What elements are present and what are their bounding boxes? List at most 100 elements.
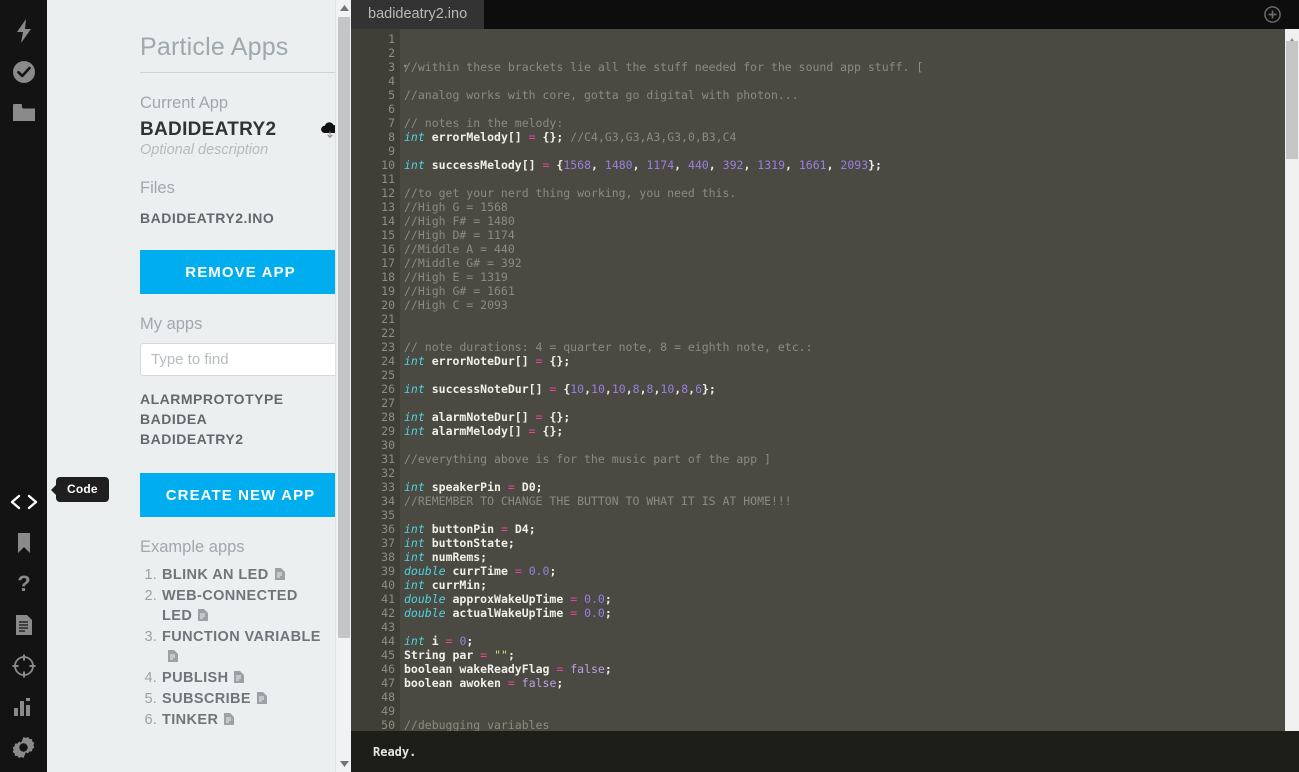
code-line: //REMEMBER TO CHANGE THE BUTTON TO WHAT … — [404, 494, 1299, 508]
document-icon[interactable] — [257, 690, 267, 710]
list-item[interactable]: 6. TINKER — [142, 710, 326, 731]
code-token: //everything above is for the music part… — [404, 452, 771, 466]
document-icon[interactable] — [0, 604, 47, 645]
scrollbar-thumb[interactable] — [1286, 41, 1298, 159]
scrollbar-thumb[interactable] — [338, 17, 350, 638]
list-item[interactable]: 5. SUBSCRIBE — [142, 689, 326, 710]
code-token: currTime — [452, 564, 508, 578]
scroll-up-arrow[interactable] — [336, 0, 351, 16]
code-area[interactable]: 1 2 3 ▾ 4 5 6 7 8 9 10 11 12 13 14 15 16 17 18 19 20 21 22 23 24… — [351, 29, 1299, 731]
code-token: //C4,G3,G3,A3,G3,0,B3,C4 — [570, 130, 737, 144]
status-bar: Ready. — [351, 731, 1299, 772]
code-line: String par = ""; — [404, 648, 1299, 662]
list-item[interactable]: 1. BLINK AN LED — [142, 565, 326, 586]
create-new-app-button[interactable]: CREATE NEW APP — [140, 473, 341, 517]
document-icon[interactable] — [198, 607, 209, 627]
code-token: 10 — [591, 382, 605, 396]
code-token: }; — [868, 158, 882, 172]
line-number: 6 — [388, 102, 395, 116]
gear-icon[interactable] — [0, 727, 47, 768]
document-icon[interactable] — [224, 711, 235, 731]
scroll-down-arrow[interactable] — [336, 756, 351, 772]
line-number: 15 — [381, 228, 395, 242]
line-number: 29 — [381, 424, 395, 438]
code-token: }; — [702, 382, 716, 396]
code-token: par — [452, 648, 474, 662]
code-line: //High G# = 1661 — [404, 284, 1299, 298]
code-token: alarmNoteDur[] — [431, 410, 529, 424]
bolt-icon[interactable] — [0, 10, 47, 51]
code-token: {}; — [542, 424, 564, 438]
list-item-label: FUNCTION VARIABLE — [162, 629, 321, 645]
folder-icon[interactable] — [0, 92, 47, 133]
fold-arrow-icon[interactable]: ▾ — [403, 60, 408, 74]
code-token: 10 — [611, 382, 626, 396]
bookmark-icon[interactable] — [0, 522, 47, 563]
my-apps-heading: My apps — [140, 315, 203, 333]
code-line: int successMelody[] = {1568, 1480, 1174,… — [404, 158, 1299, 172]
list-index: 6. — [144, 712, 157, 728]
page-title: Particle Apps — [140, 0, 341, 73]
editor-scrollbar[interactable] — [1285, 29, 1299, 731]
remove-app-button[interactable]: REMOVE APP — [140, 250, 341, 294]
apps-sidebar: Particle Apps Current App BADIDEATRY2 Op… — [47, 0, 351, 772]
code-text[interactable]: //within these brackets lie all the stuf… — [400, 29, 1299, 731]
line-number: 45 — [381, 648, 395, 662]
file-item[interactable]: BADIDEATRY2.INO — [140, 210, 326, 226]
document-icon[interactable] — [234, 669, 245, 689]
target-icon[interactable] — [0, 645, 47, 686]
code-token: {}; — [549, 354, 571, 368]
code-line: int buttonPin = D4; — [404, 522, 1299, 536]
plus-circle-icon[interactable] — [1264, 6, 1281, 23]
list-item[interactable]: 4. PUBLISH — [142, 668, 326, 689]
list-item[interactable]: 3. FUNCTION VARIABLE — [142, 627, 326, 668]
bar-chart-icon[interactable] — [0, 686, 47, 727]
line-number: 41 — [381, 592, 395, 606]
line-number: 22 — [381, 326, 395, 340]
scroll-up-arrow[interactable] — [1288, 31, 1296, 44]
current-app-heading: Current App — [140, 94, 229, 112]
document-icon[interactable] — [274, 566, 285, 586]
editor-tab[interactable]: badideatry2.ino — [351, 0, 485, 29]
my-apps-item[interactable]: BADIDEA — [140, 409, 326, 429]
code-line: int currMin; — [404, 578, 1299, 592]
current-app-row: BADIDEATRY2 — [140, 119, 341, 141]
code-line: boolean wakeReadyFlag = false; — [404, 662, 1299, 676]
line-number: 50 — [381, 718, 395, 731]
code-token: , — [639, 382, 647, 396]
check-circle-icon[interactable] — [0, 51, 47, 92]
my-apps-item[interactable]: ALARMPROTOTYPE — [140, 389, 326, 409]
code-token: errorMelody[] — [431, 130, 522, 144]
document-icon[interactable] — [168, 648, 178, 668]
sidebar-scrollbar[interactable] — [335, 0, 351, 772]
code-line: //within these brackets lie all the stuf… — [404, 60, 1299, 74]
my-apps-item[interactable]: BADIDEATRY2 — [140, 429, 326, 449]
code-token: 0.0 — [584, 606, 605, 620]
list-item[interactable]: 2. WEB-CONNECTED LED — [142, 586, 326, 627]
code-token: String — [404, 648, 446, 662]
search-input[interactable] — [140, 343, 341, 376]
line-number: 48 — [381, 690, 395, 704]
code-token: 1568 — [563, 158, 592, 172]
code-token: D4; — [514, 522, 536, 536]
line-number: 9 — [388, 144, 395, 158]
code-token: //High G# = 1661 — [404, 284, 515, 298]
code-icon[interactable] — [0, 481, 47, 522]
code-token: ; — [549, 564, 557, 578]
code-token: //High F# = 1480 — [404, 214, 515, 228]
question-icon[interactable]: ? — [0, 563, 47, 604]
